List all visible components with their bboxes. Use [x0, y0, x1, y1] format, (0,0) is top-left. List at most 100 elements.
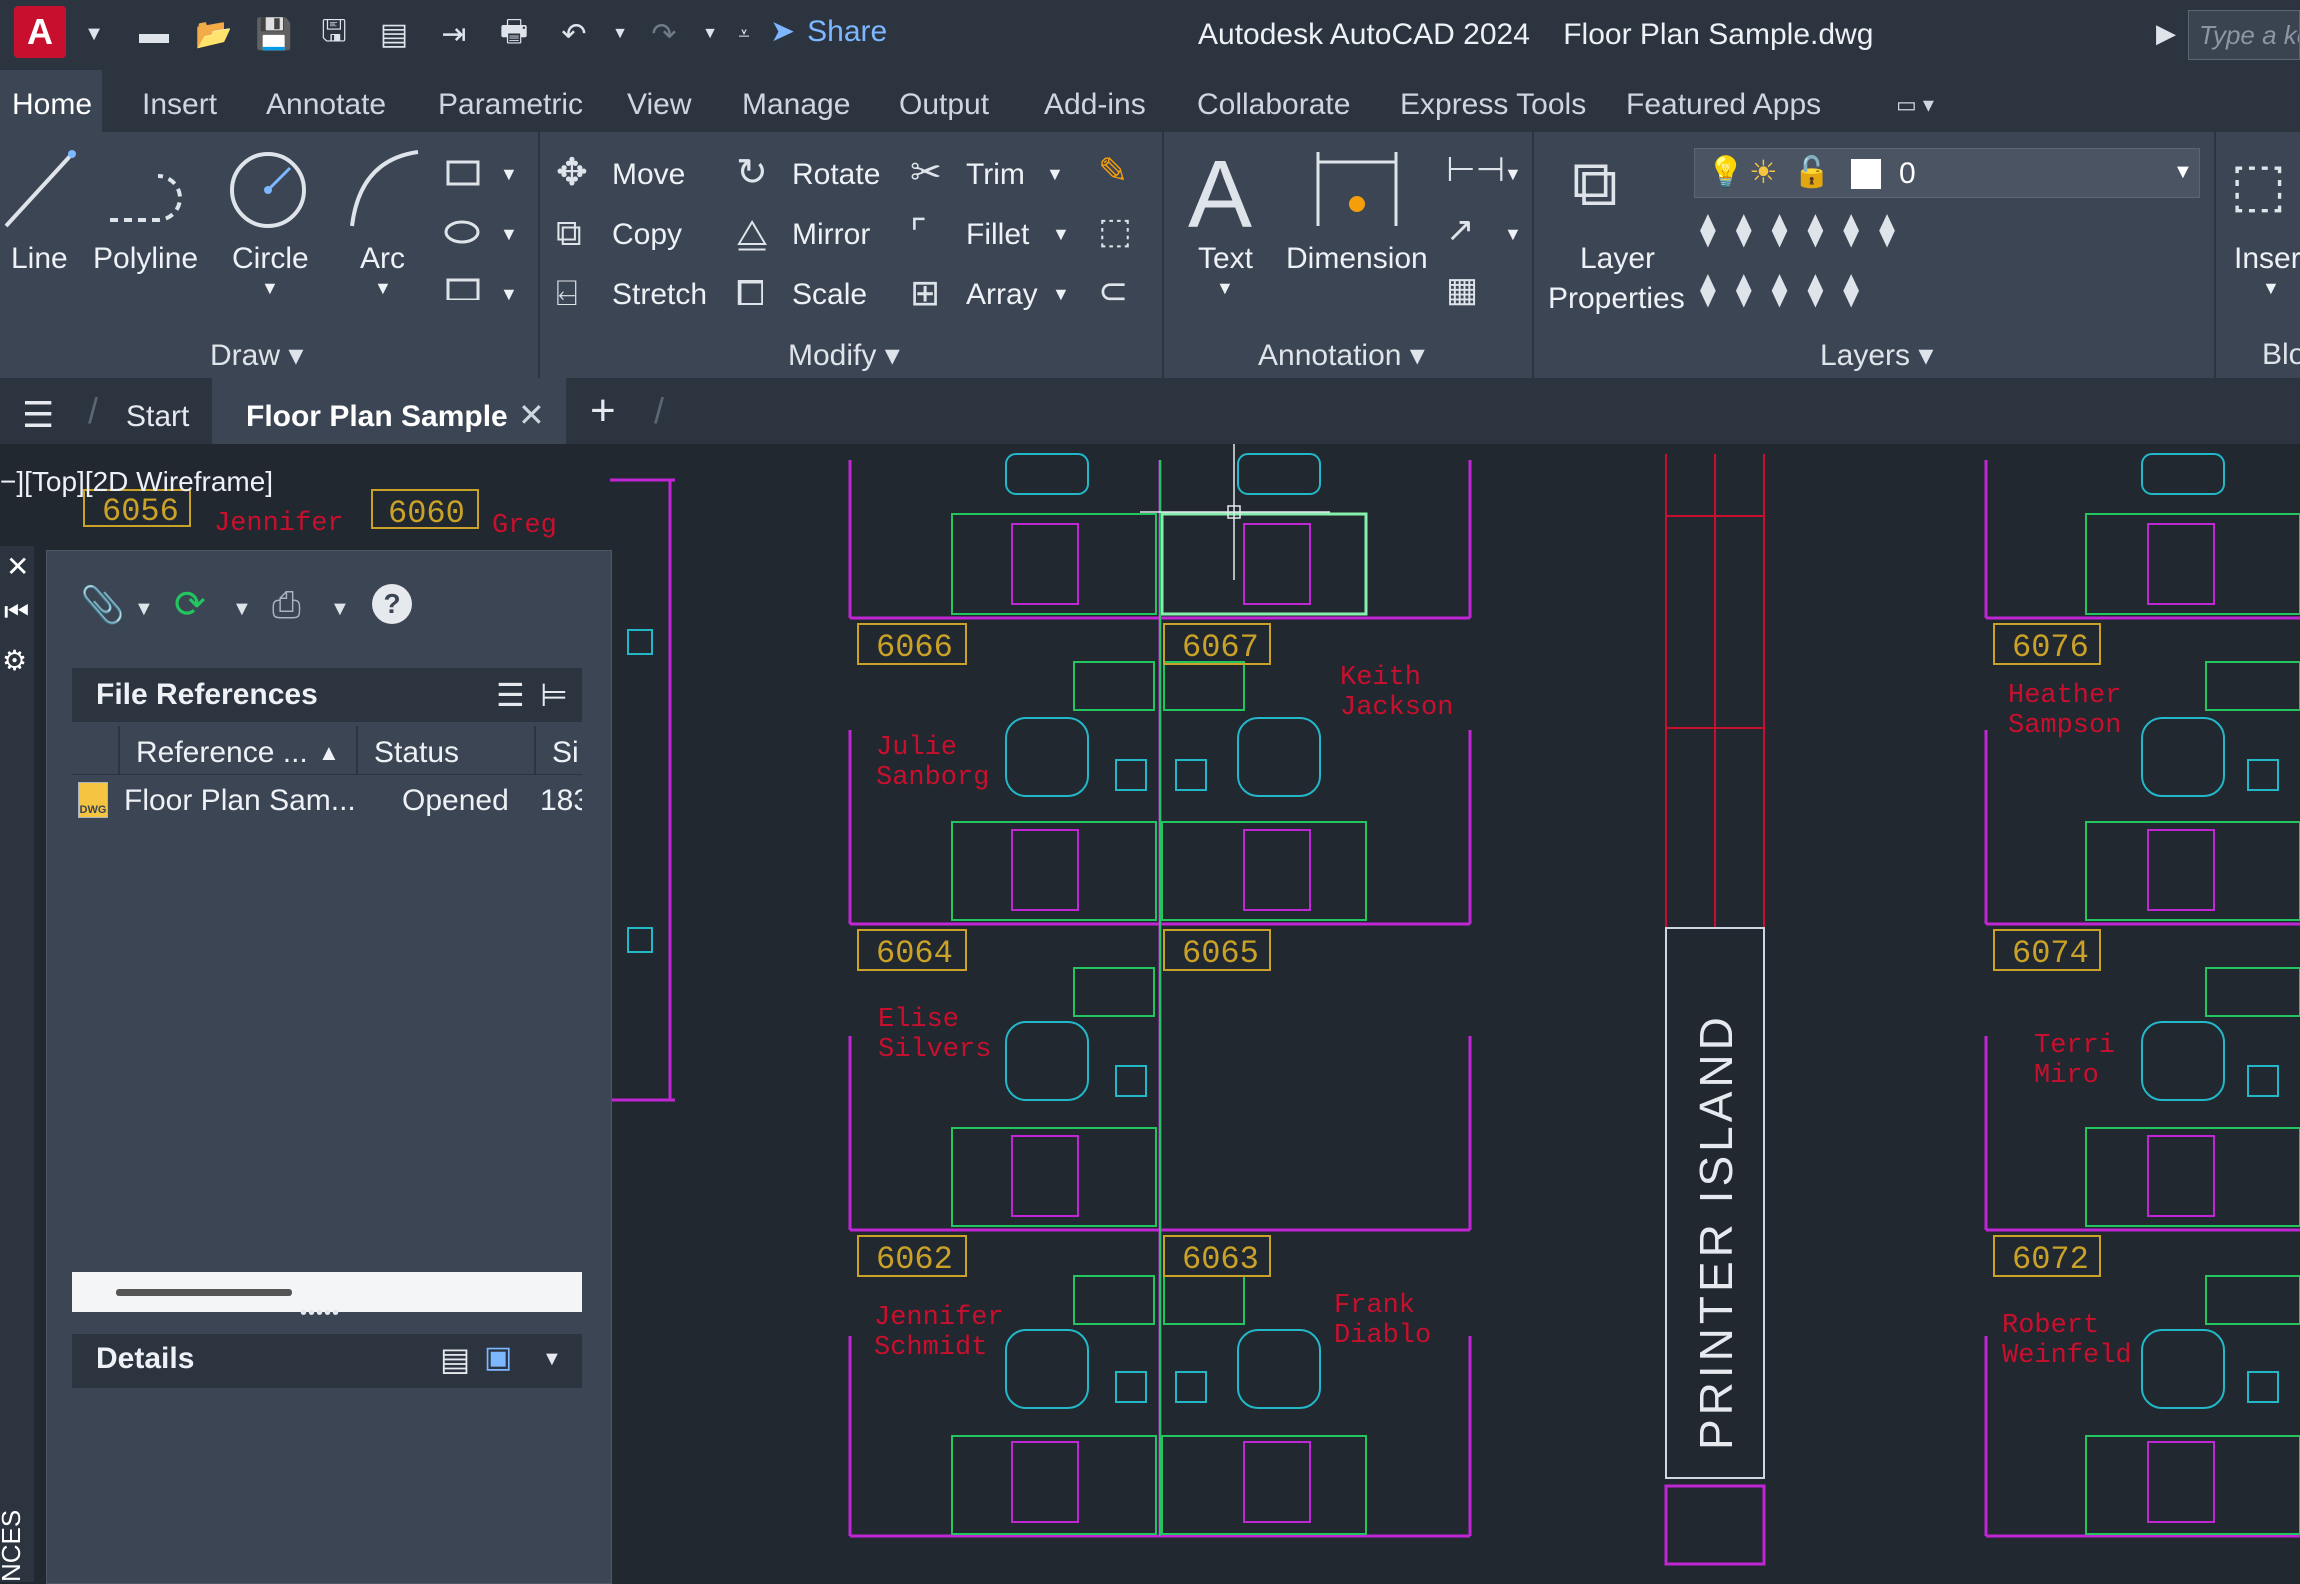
- annotation-panel-title[interactable]: Annotation ▾: [1258, 338, 1425, 373]
- polyline-button[interactable]: Polyline: [93, 242, 198, 276]
- redo-icon[interactable]: ↷: [640, 10, 688, 58]
- tab-parametric[interactable]: Parametric: [438, 88, 583, 122]
- erase-icon[interactable]: ✎: [1098, 150, 1128, 192]
- column-size[interactable]: Si: [552, 736, 582, 770]
- layer-tools-row-2[interactable]: ⧫⧫⧫⧫⧫: [1700, 270, 1879, 308]
- details-view-icon[interactable]: ▤: [440, 1340, 470, 1378]
- tab-collaborate[interactable]: Collaborate: [1197, 88, 1350, 122]
- save-as-icon[interactable]: 🖫: [310, 10, 358, 58]
- preview-icon[interactable]: ▣: [484, 1340, 512, 1375]
- change-path-icon[interactable]: ⎙: [272, 584, 301, 627]
- viewport-controls[interactable]: −][Top][2D Wireframe]: [0, 466, 273, 498]
- undo-dropdown-icon[interactable]: ▼: [596, 10, 644, 58]
- mirror-button[interactable]: Mirror: [792, 218, 870, 252]
- fillet-dropdown-icon[interactable]: ▼: [1052, 224, 1070, 245]
- tab-insert[interactable]: Insert: [142, 88, 217, 122]
- save-icon[interactable]: 💾: [250, 10, 298, 58]
- layers-panel-title[interactable]: Layers ▾: [1820, 338, 1933, 373]
- close-tab-icon[interactable]: ✕: [518, 396, 545, 434]
- customize-icon[interactable]: ⩡: [720, 10, 768, 58]
- save-to-web-icon[interactable]: ⇥: [430, 10, 478, 58]
- tab-add-ins[interactable]: Add-ins: [1044, 88, 1146, 122]
- boundary-dropdown-icon[interactable]: ▼: [500, 284, 518, 305]
- insert-dropdown-icon[interactable]: ▼: [2262, 278, 2280, 299]
- insert-button[interactable]: Inser: [2234, 242, 2300, 276]
- tab-featured-apps[interactable]: Featured Apps: [1626, 88, 1821, 122]
- floor-plan-tab[interactable]: Floor Plan Sample: [246, 400, 508, 434]
- copy-button[interactable]: Copy: [612, 218, 682, 252]
- list-view-icon[interactable]: ☰: [496, 676, 525, 714]
- tab-view[interactable]: View: [627, 88, 691, 122]
- trim-dropdown-icon[interactable]: ▼: [1046, 164, 1064, 185]
- trim-button[interactable]: Trim: [966, 158, 1025, 192]
- stretch-button[interactable]: Stretch: [612, 278, 707, 312]
- leader-icon[interactable]: ↗: [1446, 210, 1475, 250]
- modify-panel-title[interactable]: Modify ▾: [788, 338, 900, 373]
- attach-dwg-icon[interactable]: 📎: [80, 584, 125, 626]
- scale-button[interactable]: Scale: [792, 278, 867, 312]
- rotate-button[interactable]: Rotate: [792, 158, 880, 192]
- move-button[interactable]: Move: [612, 158, 685, 192]
- circle-button[interactable]: Circle: [232, 242, 309, 276]
- text-dropdown-icon[interactable]: ▼: [1216, 278, 1234, 299]
- offset-icon[interactable]: ⊂: [1098, 270, 1128, 312]
- dim-dropdown-icon[interactable]: ▼: [1504, 164, 1522, 185]
- search-input[interactable]: Type a ke: [2188, 10, 2300, 60]
- block-panel-title[interactable]: Blo: [2262, 338, 2300, 372]
- new-tab-plus-icon[interactable]: +: [590, 386, 616, 436]
- palette-settings-icon[interactable]: ⚙: [2, 644, 27, 677]
- refresh-dropdown-icon[interactable]: ▼: [232, 598, 252, 621]
- table-row[interactable]: DWG Floor Plan Sam... Opened 183: [72, 778, 582, 826]
- array-button[interactable]: Array: [966, 278, 1038, 312]
- path-dropdown-icon[interactable]: ▼: [330, 598, 350, 621]
- start-tab[interactable]: Start: [126, 400, 189, 434]
- details-dropdown-icon[interactable]: ▼: [542, 1348, 562, 1371]
- autocad-logo-button[interactable]: A: [14, 6, 66, 58]
- help-icon[interactable]: ?: [372, 584, 412, 624]
- hamburger-menu-icon[interactable]: ☰: [22, 394, 54, 436]
- attach-dropdown-icon[interactable]: ▼: [134, 598, 154, 621]
- close-palette-icon[interactable]: ✕: [6, 550, 29, 583]
- tab-output[interactable]: Output: [899, 88, 989, 122]
- collapse-palette-icon[interactable]: ⏮: [4, 596, 29, 629]
- share-button[interactable]: ➤ Share: [770, 14, 887, 49]
- splitter-grip[interactable]: •••••: [300, 1302, 340, 1325]
- column-status[interactable]: Status: [374, 736, 459, 770]
- scrollbar-thumb[interactable]: [116, 1289, 292, 1296]
- tab-annotate[interactable]: Annotate: [266, 88, 386, 122]
- column-reference-name[interactable]: Reference ...: [136, 736, 308, 770]
- layer-tools-row-1[interactable]: ⧫⧫⧫⧫⧫⧫: [1700, 210, 1915, 248]
- refresh-icon[interactable]: ⟳: [174, 582, 206, 627]
- open-icon[interactable]: 📂: [190, 10, 238, 58]
- layer-properties-button-2[interactable]: Properties: [1548, 282, 1685, 316]
- plot-icon[interactable]: 🖶: [490, 10, 538, 58]
- new-icon[interactable]: ▬: [130, 10, 178, 58]
- explode-icon[interactable]: ⬚: [1098, 210, 1132, 252]
- tab-manage[interactable]: Manage: [742, 88, 850, 122]
- linear-dimension-icon[interactable]: ⊢⊣: [1446, 150, 1505, 190]
- draw-panel-title[interactable]: Draw ▾: [210, 338, 303, 373]
- undo-icon[interactable]: ↶: [550, 10, 598, 58]
- arc-dropdown-icon[interactable]: ▼: [374, 278, 392, 299]
- line-button[interactable]: Line: [11, 242, 68, 276]
- arc-button[interactable]: Arc: [360, 242, 405, 276]
- leader-dropdown-icon[interactable]: ▼: [1504, 224, 1522, 245]
- tab-express-tools[interactable]: Express Tools: [1400, 88, 1586, 122]
- array-dropdown-icon[interactable]: ▼: [1052, 284, 1070, 305]
- dimension-button[interactable]: Dimension: [1286, 242, 1428, 276]
- expand-search-icon[interactable]: ▶: [2156, 18, 2176, 49]
- circle-dropdown-icon[interactable]: ▼: [261, 278, 279, 299]
- app-menu-chevron-icon[interactable]: ▼: [70, 10, 118, 58]
- tree-view-icon[interactable]: ⊨: [540, 676, 568, 714]
- ribbon-minimize-icon[interactable]: ▭ ▾: [1896, 92, 1934, 118]
- layer-properties-button[interactable]: Layer: [1580, 242, 1655, 276]
- table-icon[interactable]: ▦: [1446, 270, 1478, 310]
- hatch-dropdown-icon[interactable]: ▼: [500, 224, 518, 245]
- scale-icon: ⧠: [736, 272, 765, 313]
- layer-dropdown[interactable]: 💡 ☀ 🔓 0 ▼: [1694, 148, 2200, 198]
- rectangle-dropdown-icon[interactable]: ▼: [500, 164, 518, 185]
- fillet-button[interactable]: Fillet: [966, 218, 1029, 252]
- text-button[interactable]: Text: [1198, 242, 1253, 276]
- tab-home[interactable]: Home: [12, 88, 92, 122]
- open-from-web-icon[interactable]: ▤: [370, 10, 418, 58]
